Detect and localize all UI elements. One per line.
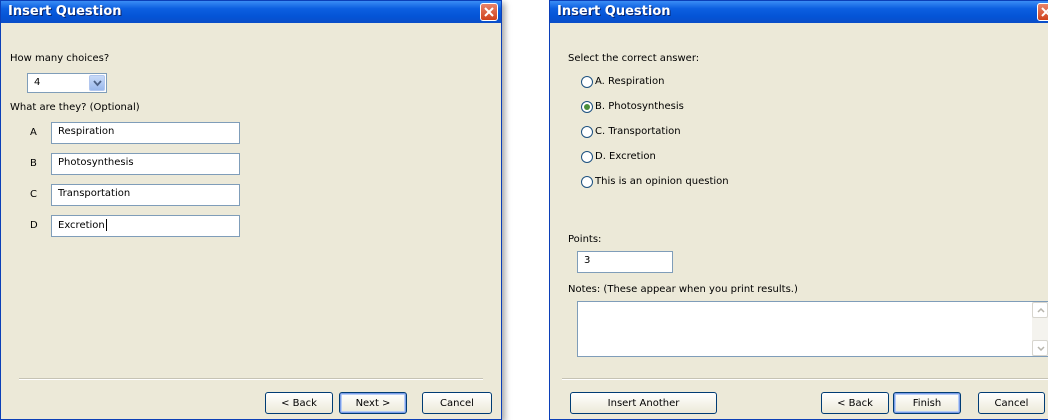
text-caret (105, 219, 107, 231)
option-letter-a: A (30, 127, 37, 138)
scrollbar[interactable] (1032, 302, 1048, 356)
chevron-down-icon (1037, 346, 1045, 351)
answer-d-radio[interactable] (581, 151, 593, 163)
insert-another-button[interactable]: Insert Another (570, 392, 717, 414)
options-label: What are they? (Optional) (10, 102, 140, 113)
close-button[interactable] (480, 3, 498, 21)
close-button[interactable] (1037, 3, 1048, 21)
correct-answer-label: Select the correct answer: (568, 53, 700, 64)
option-a-input[interactable]: Respiration (51, 122, 240, 144)
points-input[interactable]: 3 (577, 251, 673, 273)
opinion-question-label[interactable]: This is an opinion question (595, 176, 729, 187)
scroll-up-button[interactable] (1032, 302, 1048, 318)
option-letter-d: D (30, 220, 38, 231)
points-label: Points: (568, 234, 602, 245)
choices-count-value: 4 (34, 77, 41, 88)
option-letter-b: B (30, 158, 37, 169)
option-d-value: Excretion (58, 220, 105, 231)
finish-button[interactable]: Finish (893, 392, 961, 414)
choices-count-select[interactable]: 4 (27, 73, 107, 93)
option-d-input[interactable]: Excretion (51, 215, 240, 237)
cancel-button[interactable]: Cancel (422, 392, 492, 414)
insert-question-dialog-choices: Insert Question How many choices? 4 What… (0, 0, 502, 420)
cancel-button[interactable]: Cancel (978, 392, 1045, 414)
answer-c-label[interactable]: C. Transportation (595, 126, 681, 137)
separator (562, 378, 1048, 380)
close-icon (484, 7, 494, 17)
scroll-down-button[interactable] (1032, 340, 1048, 356)
choices-count-label: How many choices? (10, 53, 110, 64)
title-bar: Insert Question (1, 1, 501, 23)
option-b-input[interactable]: Photosynthesis (51, 153, 240, 175)
answer-c-radio[interactable] (581, 126, 593, 138)
radio-selected-dot (584, 104, 590, 110)
option-letter-c: C (30, 189, 37, 200)
chevron-down-icon (93, 80, 102, 87)
insert-question-dialog-answer: Insert Question Select the correct answe… (549, 0, 1048, 420)
answer-b-radio[interactable] (581, 101, 593, 113)
answer-a-radio[interactable] (581, 76, 593, 88)
dialog-title: Insert Question (8, 4, 122, 19)
notes-label: Notes: (These appear when you print resu… (568, 284, 798, 295)
close-icon (1041, 7, 1048, 17)
answer-a-label[interactable]: A. Respiration (595, 76, 664, 87)
next-button[interactable]: Next > (339, 392, 407, 414)
back-button[interactable]: < Back (265, 392, 333, 414)
opinion-question-radio[interactable] (581, 176, 593, 188)
option-c-input[interactable]: Transportation (51, 184, 240, 206)
answer-b-label[interactable]: B. Photosynthesis (595, 101, 684, 112)
chevron-up-icon (1037, 308, 1045, 313)
notes-textarea[interactable] (577, 301, 1048, 357)
answer-d-label[interactable]: D. Excretion (595, 151, 656, 162)
separator (19, 378, 483, 380)
dialog-title: Insert Question (557, 4, 671, 19)
dropdown-button[interactable] (89, 75, 105, 91)
back-button[interactable]: < Back (821, 392, 889, 414)
title-bar: Insert Question (550, 1, 1048, 23)
